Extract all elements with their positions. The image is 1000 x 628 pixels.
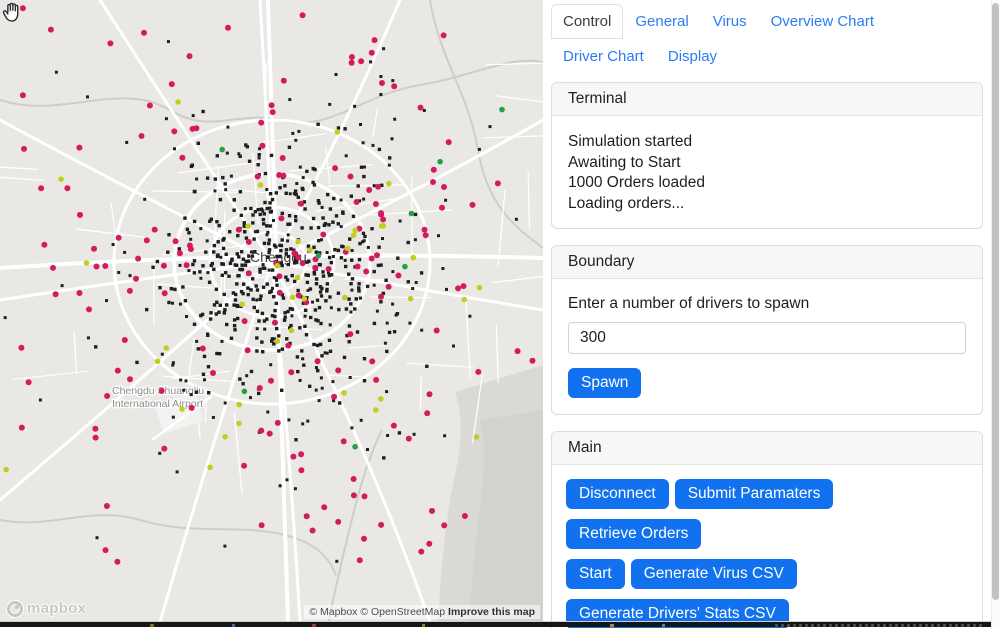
button-row: Start Generate Virus CSV [566,559,968,599]
spawn-button[interactable]: Spawn [568,368,642,398]
map-dots-layer [3,5,536,565]
terminal-line: 1000 Orders loaded [568,174,706,191]
terminal-card-header: Terminal [552,83,982,116]
terminal-card: Terminal Simulation started Awaiting to S… [551,82,983,229]
dots-orders-spread [3,40,518,563]
tab-bar: Control General Virus Overview Chart Driver … [543,0,989,74]
submit-paramaters-button[interactable]: Submit Paramaters [674,479,834,509]
generate-virus-csv-button[interactable]: Generate Virus CSV [630,559,797,589]
boundary-card: Boundary Enter a number of drivers to sp… [551,245,983,415]
tab-driver-chart[interactable]: Driver Chart [551,39,656,74]
tab-overview-chart[interactable]: Overview Chart [759,4,886,39]
terminal-line: Loading orders... [568,194,685,212]
mapbox-logo-text: mapbox [27,600,87,617]
boundary-card-header: Boundary [552,246,982,279]
button-row: Disconnect Submit Paramaters Retrieve Orde… [566,479,968,559]
boundary-card-body: Enter a number of drivers to spawn Spawn [552,279,982,414]
start-button[interactable]: Start [566,559,625,589]
tab-control[interactable]: Control [551,4,624,39]
tab-virus[interactable]: Virus [701,4,759,39]
tab-general[interactable]: General [623,4,700,39]
scrollbar[interactable] [991,0,1000,628]
disconnect-button[interactable]: Disconnect [566,479,669,509]
terminal-line: Awaiting to Start [568,153,681,171]
mapbox-logo-icon [7,600,23,617]
control-panel: Control General Virus Overview Chart Driver … [543,0,991,628]
background-app-strip [0,621,991,627]
main-card-body: Disconnect Submit Paramaters Retrieve Orde… [552,465,982,628]
dots-orders-core [94,109,429,460]
retrieve-orders-button[interactable]: Retrieve Orders [566,519,702,549]
map-attribution: © Mapbox © OpenStreetMap Improve this ma… [304,605,540,619]
main-card: Main Disconnect Submit Paramaters Retrieve… [551,431,983,628]
dots-recovered [219,106,505,450]
app-window: Chengdu Shuangliu International Airport … [0,0,1000,628]
dots-infected [163,99,417,471]
mapbox-logo[interactable]: mapbox [7,600,86,617]
drivers-count-input[interactable] [568,322,966,354]
main-card-header: Main [552,432,982,465]
map-canvas[interactable]: Chengdu Shuangliu International Airport … [0,0,543,622]
tab-display[interactable]: Display [656,39,729,74]
cards-container: Terminal Simulation started Awaiting to S… [543,74,991,628]
drivers-spawn-label: Enter a number of drivers to spawn [568,295,810,312]
scrollbar-thumb[interactable] [992,3,999,600]
hand-cursor-icon [2,2,19,22]
terminal-line: Simulation started [568,133,693,150]
improve-map-link[interactable]: Improve this map [448,606,535,618]
terminal-output: Simulation started Awaiting to Start 1000 … [552,116,982,228]
attribution-links[interactable]: © Mapbox © OpenStreetMap [309,606,445,618]
dots-drivers [18,12,482,555]
